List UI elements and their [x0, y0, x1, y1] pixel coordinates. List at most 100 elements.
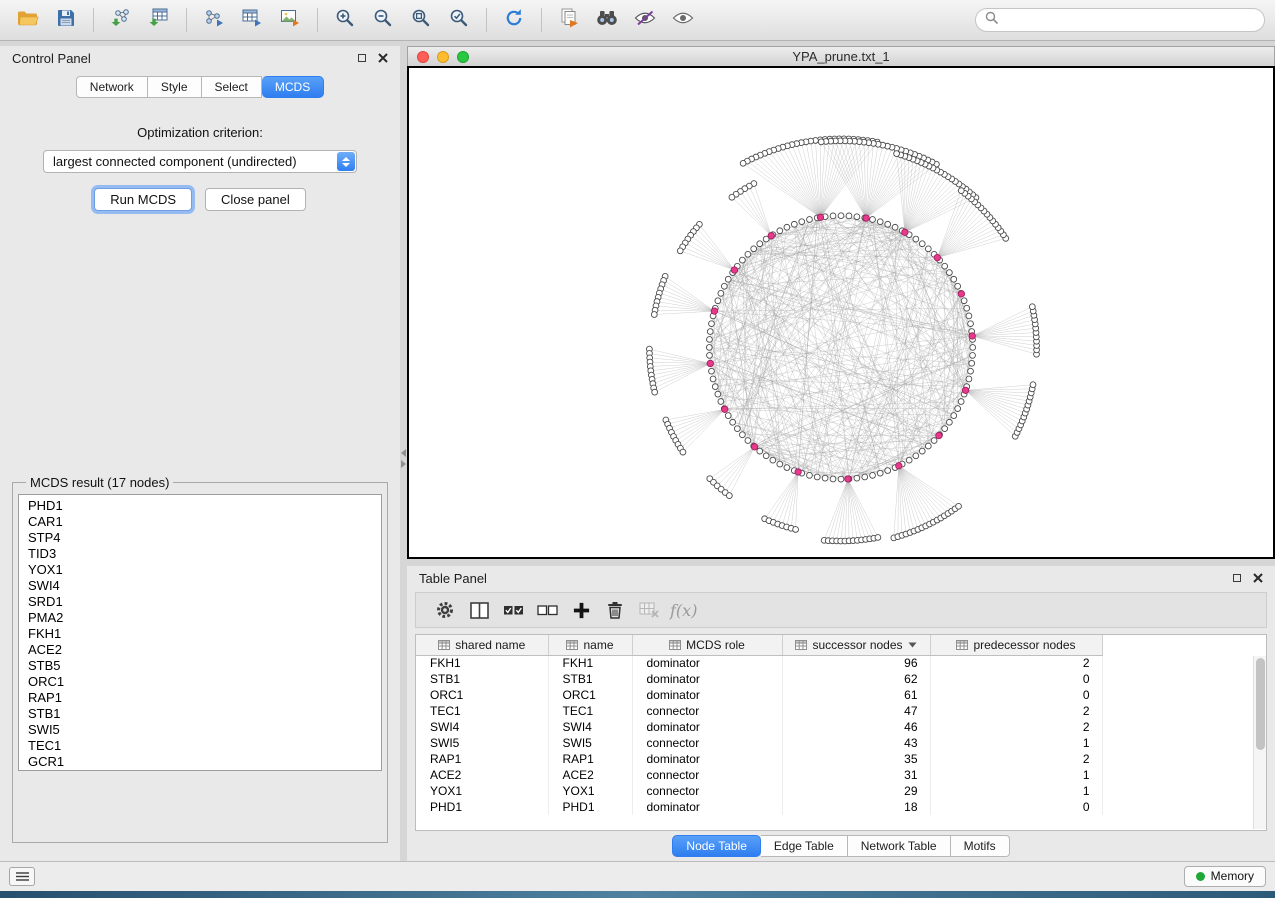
run-mcds-button[interactable]: Run MCDS	[94, 188, 192, 211]
tab-network[interactable]: Network	[76, 76, 148, 98]
table-header-row: shared name name MCDS role successor nod…	[416, 635, 1102, 655]
export-image-button[interactable]	[272, 4, 308, 36]
table-row[interactable]: ORC1 ORC1 dominator 61 0	[416, 687, 1102, 703]
cell-shared-name: STB1	[416, 671, 548, 687]
mcds-result-item[interactable]: PHD1	[28, 498, 381, 514]
tab-mcds[interactable]: MCDS	[262, 76, 324, 98]
zoom-fit-button[interactable]	[403, 4, 439, 36]
column-header-shared-name[interactable]: shared name	[416, 635, 548, 655]
select-all-rows-button[interactable]	[496, 595, 530, 625]
toolbar-search[interactable]	[975, 8, 1265, 32]
mcds-result-item[interactable]: TEC1	[28, 738, 381, 754]
tab-select[interactable]: Select	[202, 76, 262, 98]
mcds-result-item[interactable]: SWI5	[28, 722, 381, 738]
search-network-button[interactable]	[589, 4, 625, 36]
export-network-button[interactable]	[196, 4, 232, 36]
table-toolbar: f(x)	[415, 592, 1267, 628]
mcds-result-item[interactable]: GCR1	[28, 754, 381, 770]
column-header-mcds-role[interactable]: MCDS role	[632, 635, 782, 655]
import-network-button[interactable]	[103, 4, 139, 36]
window-maximize-button[interactable]	[457, 51, 469, 63]
attribute-icon	[956, 640, 968, 650]
mcds-result-item[interactable]: ORC1	[28, 674, 381, 690]
table-options-button[interactable]	[428, 595, 462, 625]
mcds-result-item[interactable]: CAR1	[28, 514, 381, 530]
zoom-in-button[interactable]	[327, 4, 363, 36]
network-canvas[interactable]	[407, 66, 1275, 559]
vertical-splitter[interactable]	[400, 46, 407, 861]
create-column-button[interactable]	[564, 595, 598, 625]
cell-name: SWI4	[548, 719, 632, 735]
table-scrollbar[interactable]	[1253, 656, 1266, 829]
close-panel-button-mcds[interactable]: Close panel	[205, 188, 306, 211]
close-icon	[378, 53, 388, 63]
cell-name: STB1	[548, 671, 632, 687]
horizontal-splitter[interactable]	[407, 559, 1275, 566]
close-table-panel-button[interactable]	[1252, 573, 1263, 584]
column-header-name[interactable]: name	[548, 635, 632, 655]
delete-column-button[interactable]	[598, 595, 632, 625]
search-icon	[985, 11, 998, 29]
float-table-panel-button[interactable]	[1231, 573, 1242, 584]
table-scrollbar-thumb[interactable]	[1256, 658, 1265, 750]
apply-layout-button[interactable]	[496, 4, 532, 36]
hide-graphics-details-button[interactable]	[627, 4, 663, 36]
table-row[interactable]: SWI5 SWI5 connector 43 1	[416, 735, 1102, 751]
zoom-out-button[interactable]	[365, 4, 401, 36]
tab-node-table[interactable]: Node Table	[672, 835, 761, 857]
mcds-result-item[interactable]: SRD1	[28, 594, 381, 610]
tab-motifs[interactable]: Motifs	[951, 835, 1010, 857]
mcds-result-item[interactable]: RAP1	[28, 690, 381, 706]
export-table-button[interactable]	[234, 4, 270, 36]
optimization-criterion-select[interactable]: largest connected component (undirected)	[43, 150, 357, 173]
delete-table-button-disabled	[632, 595, 666, 625]
binoculars-icon	[596, 9, 618, 31]
cell-mcds-role: dominator	[632, 799, 782, 815]
float-panel-button[interactable]	[356, 53, 367, 64]
search-input[interactable]	[1004, 13, 1255, 27]
column-header-successor-nodes[interactable]: successor nodes	[782, 635, 930, 655]
mcds-result-item[interactable]: PMA2	[28, 610, 381, 626]
window-close-button[interactable]	[417, 51, 429, 63]
table-row[interactable]: SWI4 SWI4 dominator 46 2	[416, 719, 1102, 735]
mcds-result-item[interactable]: STB5	[28, 658, 381, 674]
show-graphics-details-button[interactable]	[665, 4, 701, 36]
table-row[interactable]: PHD1 PHD1 dominator 18 0	[416, 799, 1102, 815]
cell-name: ORC1	[548, 687, 632, 703]
import-table-button[interactable]	[141, 4, 177, 36]
mcds-result-item[interactable]: ACE2	[28, 642, 381, 658]
table-row[interactable]: FKH1 FKH1 dominator 96 2	[416, 655, 1102, 671]
save-session-button[interactable]	[48, 4, 84, 36]
mcds-result-item[interactable]: TID3	[28, 546, 381, 562]
splitter-handle-icon[interactable]	[401, 449, 406, 468]
table-row[interactable]: ACE2 ACE2 connector 31 1	[416, 767, 1102, 783]
cell-mcds-role: connector	[632, 767, 782, 783]
mcds-result-item[interactable]: STB1	[28, 706, 381, 722]
node-table: shared name name MCDS role successor nod…	[416, 635, 1103, 815]
deselect-all-rows-button[interactable]	[530, 595, 564, 625]
table-row[interactable]: TEC1 TEC1 connector 47 2	[416, 703, 1102, 719]
zoom-selected-button[interactable]	[441, 4, 477, 36]
cell-shared-name: YOX1	[416, 783, 548, 799]
tab-edge-table[interactable]: Edge Table	[761, 835, 848, 857]
network-graph[interactable]	[409, 68, 1273, 557]
mcds-result-item[interactable]: FKH1	[28, 626, 381, 642]
window-minimize-button[interactable]	[437, 51, 449, 63]
show-columns-button[interactable]	[462, 595, 496, 625]
tab-style[interactable]: Style	[148, 76, 202, 98]
tab-network-table[interactable]: Network Table	[848, 835, 951, 857]
column-header-predecessor-nodes[interactable]: predecessor nodes	[930, 635, 1102, 655]
task-history-button[interactable]	[9, 867, 35, 886]
table-row[interactable]: STB1 STB1 dominator 62 0	[416, 671, 1102, 687]
close-panel-button[interactable]	[377, 53, 388, 64]
toolbar-separator	[93, 8, 94, 32]
share-document-button[interactable]	[551, 4, 587, 36]
table-row[interactable]: YOX1 YOX1 connector 29 1	[416, 783, 1102, 799]
eye-slash-icon	[634, 10, 656, 31]
mcds-result-item[interactable]: SWI4	[28, 578, 381, 594]
open-file-button[interactable]	[10, 4, 46, 36]
table-row[interactable]: RAP1 RAP1 dominator 35 2	[416, 751, 1102, 767]
mcds-result-item[interactable]: YOX1	[28, 562, 381, 578]
memory-button[interactable]: Memory	[1184, 866, 1266, 887]
mcds-result-item[interactable]: STP4	[28, 530, 381, 546]
